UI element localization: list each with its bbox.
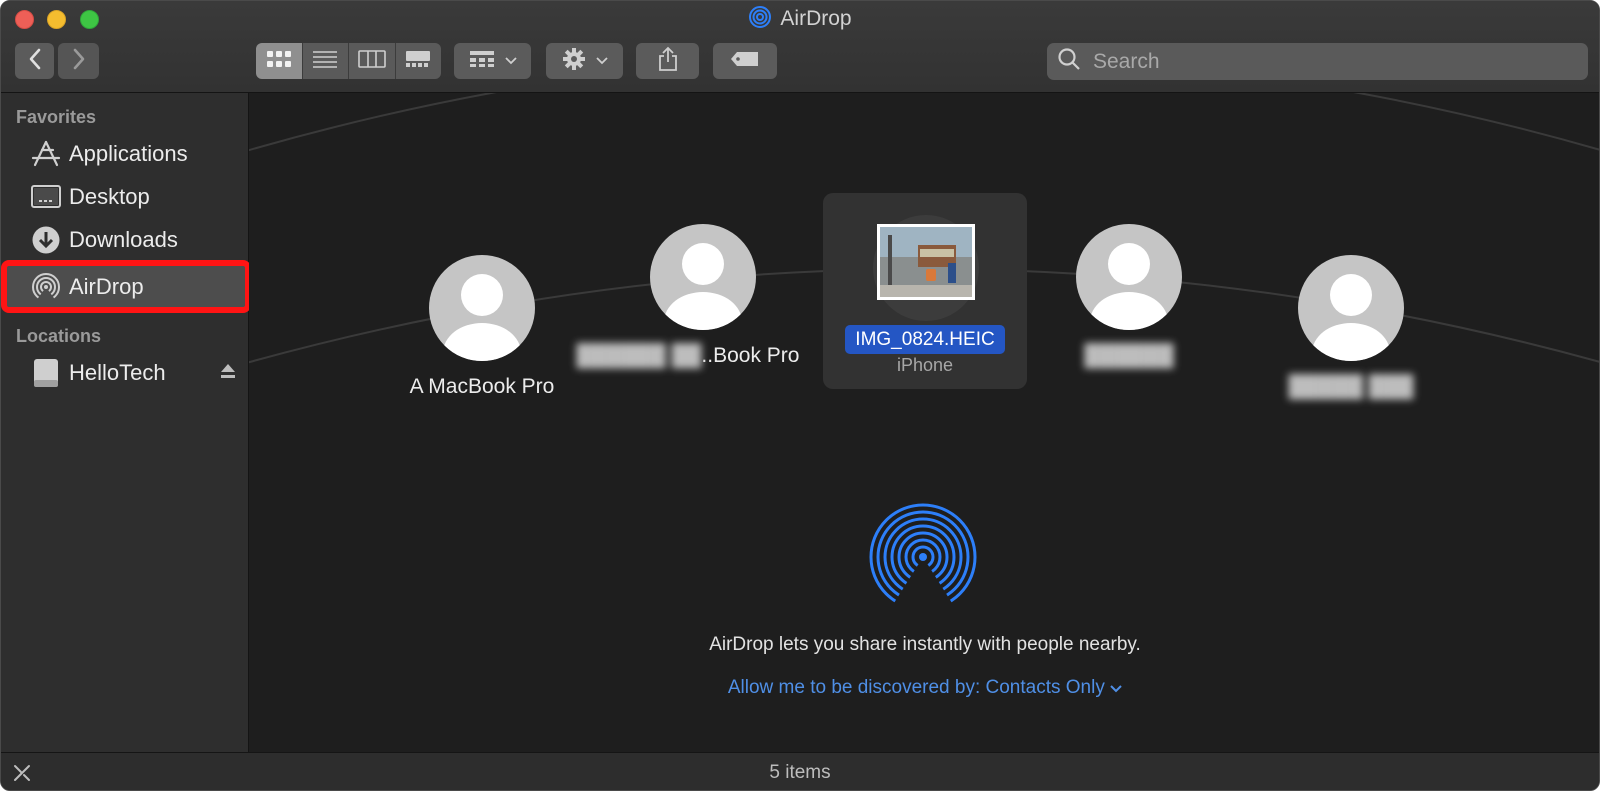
airdrop-icon [31,272,61,302]
sidebar-item-label: Desktop [69,184,150,209]
gear-icon [562,47,586,76]
device-name: █████ ███ [1288,375,1414,398]
avatar [1298,255,1404,361]
device-name: A MacBook Pro [409,375,555,398]
item-count: 5 items [769,761,831,783]
airdrop-title-icon [748,5,772,34]
toolbar: AirDrop [1,1,1599,93]
airdrop-device[interactable]: A MacBook Pro [382,255,582,399]
sidebar-item-hellotech[interactable]: HelloTech [1,352,248,394]
airdrop-radar-icon [869,503,977,616]
back-button[interactable] [15,43,54,79]
columns-icon [357,49,386,73]
chevron-left-icon [28,48,42,75]
desktop-icon [31,182,61,212]
list-view-button[interactable] [302,43,349,79]
icon-view-button[interactable] [256,43,303,79]
status-bar: 5 items [1,752,1599,790]
sidebar-item-label: Applications [69,141,188,166]
airdrop-device[interactable]: ██████ ██..Book Pro [577,224,803,368]
chevron-down-icon [1110,677,1122,698]
list-icon [312,50,338,73]
device-name: iPhone [896,355,954,375]
tools-icon[interactable] [12,763,32,788]
favorites-heading: Favorites [16,107,97,127]
tag-icon [730,51,760,72]
sidebar-item-label: HelloTech [69,360,166,385]
window-title: AirDrop [780,7,852,30]
forward-button[interactable] [58,43,99,79]
chevron-right-icon [72,48,86,75]
share-button[interactable] [636,43,699,79]
finder-window: AirDrop Search Favorites Applications De… [0,0,1600,791]
sidebar-item-label: Downloads [69,227,178,252]
grid-icon [266,50,292,73]
sidebar: Favorites Applications Desktop Downloads [1,93,251,752]
avatar [429,255,535,361]
airdrop-device[interactable]: ██████ [1029,224,1229,368]
group-by-icon [469,50,495,73]
device-name: ██████ ██..Book Pro [573,344,803,368]
search-icon [1057,47,1081,76]
avatar [1076,224,1182,330]
drive-icon [31,358,61,388]
eject-icon[interactable] [220,363,236,384]
avatar [650,224,756,330]
sidebar-item-downloads[interactable]: Downloads [1,219,248,261]
window-title-bar: AirDrop [1,5,1599,33]
action-button[interactable] [546,43,623,79]
downloads-icon [31,225,61,255]
discover-label: Allow me to be discovered by: Contacts O… [727,677,1105,698]
device-name: ██████ [1084,344,1174,367]
search-field[interactable] [1047,43,1588,80]
share-message: AirDrop lets you share instantly with pe… [709,634,1141,655]
chevron-down-icon [504,52,517,70]
chevron-down-icon [595,52,608,70]
sidebar-item-label: AirDrop [69,273,144,299]
sidebar-item-desktop[interactable]: Desktop [1,176,248,218]
gallery-icon [405,50,431,73]
file-name-label: IMG_0824.HEIC [845,325,1005,354]
tag-button[interactable] [713,43,777,79]
device-name-visible: ..Book Pro [701,344,800,367]
photo-thumbnail [877,224,975,300]
gallery-view-button[interactable] [395,43,441,79]
device-name-redacted: ██████ ██ [576,344,702,367]
discoverability-menu[interactable]: Allow me to be discovered by: Contacts O… [249,677,1599,699]
sidebar-item-applications[interactable]: Applications [1,133,248,175]
sidebar-item-airdrop[interactable]: AirDrop [1,260,251,313]
view-mode-control [256,43,441,79]
group-by-button[interactable] [454,43,531,79]
applications-icon [31,139,61,169]
search-input[interactable] [1093,49,1573,74]
airdrop-content: A MacBook Pro ██████ ██..Book Pro IMG_08… [249,93,1599,752]
airdrop-device[interactable]: █████ ███ [1251,255,1451,399]
locations-heading: Locations [16,326,102,346]
share-icon [657,46,679,77]
airdrop-device-selected[interactable]: IMG_0824.HEIC iPhone [823,193,1027,389]
column-view-button[interactable] [349,43,396,79]
